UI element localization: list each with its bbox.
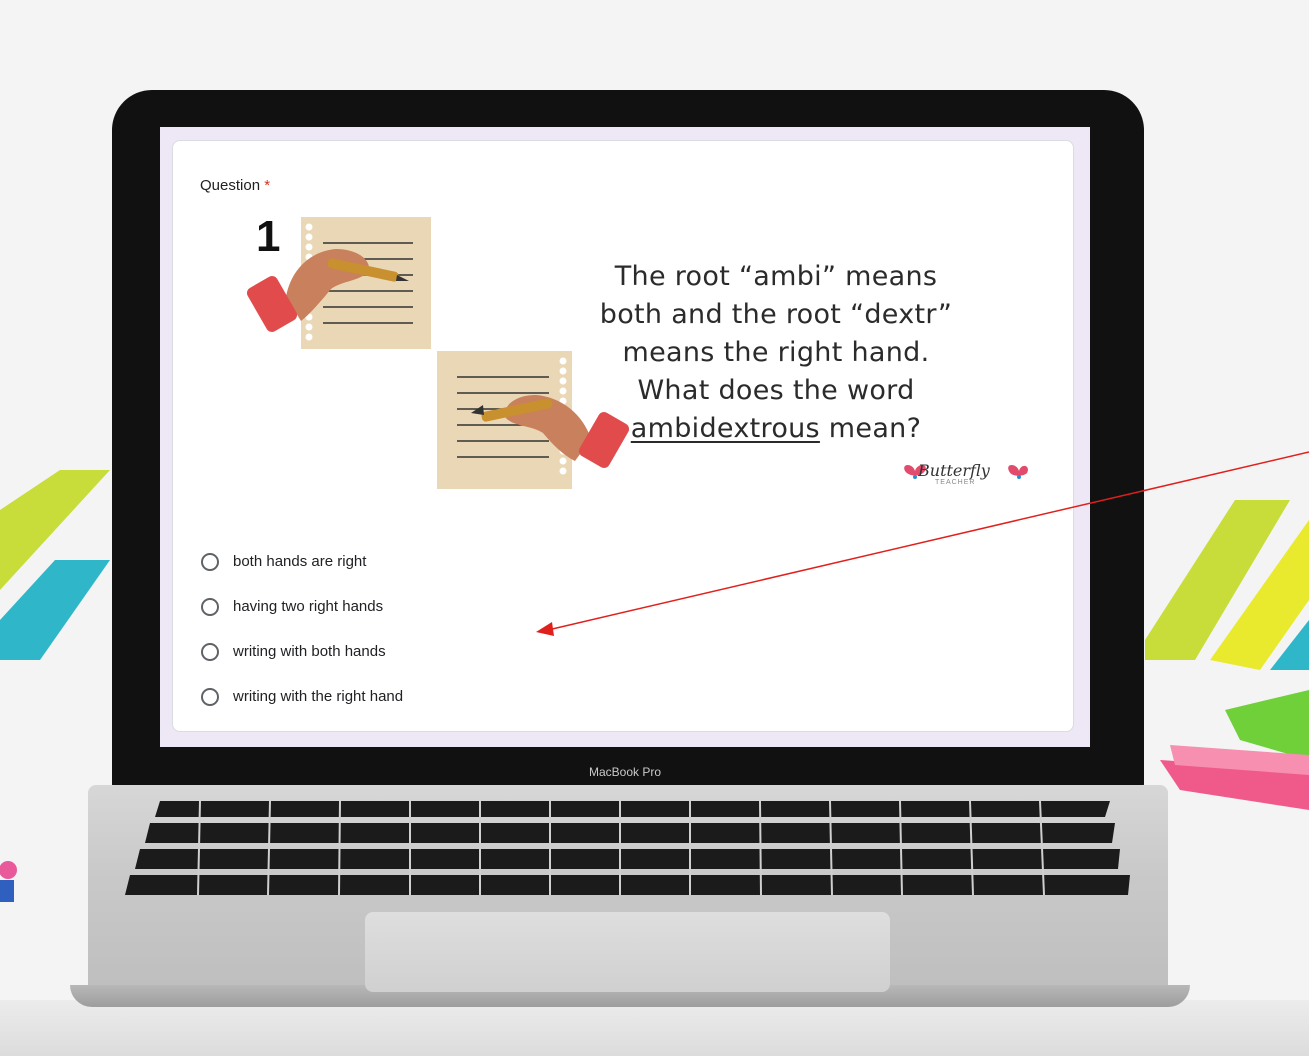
question-card: Question * 1 The root “ambi” means both … xyxy=(172,140,1074,732)
question-label-text: Question xyxy=(200,177,261,194)
prompt-line-2: both and the root “dextr” xyxy=(599,299,953,330)
option-writing-with-both-hands[interactable]: writing with both hands xyxy=(201,629,403,674)
radio-button[interactable] xyxy=(201,552,219,571)
option-label: writing with both hands xyxy=(233,643,386,660)
question-number: 1 xyxy=(256,212,280,261)
brand-subtitle: TEACHER xyxy=(935,479,976,486)
required-asterisk: * xyxy=(264,177,271,194)
prompt-line-1: The root “ambi” means xyxy=(614,261,938,292)
laptop-screen: Question * 1 The root “ambi” means both … xyxy=(160,127,1090,747)
prompt-keyword: ambidextrous xyxy=(630,413,820,444)
prompt-line-4: What does the word xyxy=(637,375,915,406)
prompt-line-5-post: mean? xyxy=(819,413,922,444)
option-both-hands-are-right[interactable]: both hands are right xyxy=(201,539,403,584)
prompt-line-3: means the right hand. xyxy=(622,337,930,368)
option-label: both hands are right xyxy=(233,553,367,570)
option-label: having two right hands xyxy=(233,598,384,615)
question-prompt: The root “ambi” means both and the root … xyxy=(571,258,981,448)
trackpad xyxy=(365,912,890,992)
radio-button[interactable] xyxy=(201,687,219,706)
option-having-two-right-hands[interactable]: having two right hands xyxy=(201,584,403,629)
table-surface xyxy=(0,1000,1309,1056)
radio-button[interactable] xyxy=(201,642,219,661)
question-label: Question * xyxy=(200,177,270,194)
brand-name: Butterfly xyxy=(918,461,990,480)
laptop-model-label: MacBook Pro xyxy=(588,765,662,779)
answer-options: both hands are right having two right ha… xyxy=(201,539,403,719)
prompt-line-5: ambidextrous mean? xyxy=(571,410,981,448)
option-label: writing with the right hand xyxy=(233,688,404,705)
radio-button[interactable] xyxy=(201,597,219,616)
option-writing-with-the-right-hand[interactable]: writing with the right hand xyxy=(201,674,403,719)
keyboard xyxy=(125,800,1130,896)
